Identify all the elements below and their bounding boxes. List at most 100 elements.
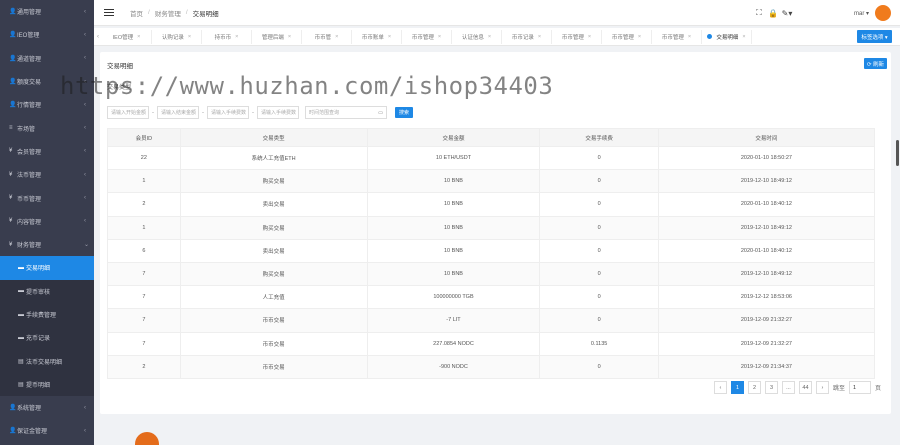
menu-icon: ▬	[18, 288, 24, 295]
sidebar-item[interactable]: 👤 通用管理 ‹	[0, 0, 94, 23]
pagination: ‹ 1 2 3... 44 › 跳至 1 页	[713, 381, 881, 394]
menu-icon: 👤	[9, 428, 17, 435]
tab-options-button[interactable]: 标签选项 ▾	[857, 30, 892, 43]
sidebar-item-label: 行情管理	[17, 103, 42, 110]
close-icon[interactable]: ×	[335, 34, 338, 40]
tab-prev-icon[interactable]: ‹	[94, 34, 102, 40]
menu-icon: ¥	[9, 241, 13, 248]
tab-1[interactable]: 认购记录 ×	[152, 29, 202, 44]
next-page-icon[interactable]: ›	[815, 381, 829, 394]
lock-icon[interactable]: 🔒	[766, 9, 780, 18]
sidebar-item[interactable]: ▤ 法币交易明细	[0, 349, 94, 373]
sidebar-item[interactable]: ▬ 交易明细	[0, 256, 94, 280]
sidebar-item[interactable]: 👤 通道管理 ‹	[0, 47, 94, 70]
sidebar-item[interactable]: 👤 IEO管理 ‹	[0, 23, 94, 46]
end-amount-input[interactable]: 请输入结束金额	[157, 106, 199, 119]
tab-5[interactable]: 币币账单 ×	[352, 29, 402, 44]
page-button[interactable]: 1	[730, 381, 744, 394]
fullscreen-icon[interactable]: ⛶	[752, 8, 766, 18]
page-button[interactable]: 3	[764, 381, 778, 394]
sidebar-item[interactable]: ¥ 财务管理 ⌄	[0, 233, 94, 256]
breadcrumb-finance[interactable]: 财务管理	[155, 8, 181, 18]
tab-4[interactable]: 币币管 ×	[302, 29, 352, 44]
chevron-icon: ⌄	[84, 242, 90, 249]
close-icon[interactable]: ×	[638, 34, 641, 40]
start-fee-input[interactable]: 请输入手续费数	[207, 106, 249, 119]
sidebar-item[interactable]: ¥ 币币管理 ‹	[0, 186, 94, 209]
tab-8[interactable]: 币币记录 ×	[502, 29, 552, 44]
close-icon[interactable]: ×	[688, 34, 691, 40]
table-cell: 购买交易	[179, 215, 368, 240]
tab-12[interactable]: 交易明细 ×	[702, 29, 752, 44]
user-menu[interactable]: mar ▾	[854, 10, 869, 17]
menu-icon: 👤	[9, 9, 17, 16]
table-cell: 0	[539, 285, 659, 310]
sidebar-item-label: 充币记录	[26, 336, 51, 343]
close-icon[interactable]: ×	[488, 34, 491, 40]
page-button[interactable]: ...	[781, 381, 795, 394]
table-cell: 10 BNB	[366, 215, 541, 240]
search-button[interactable]: 搜索	[395, 107, 413, 118]
tab-10[interactable]: 币币管理 ×	[602, 29, 652, 44]
table-row: 7 币币交易 227.0854 NODC 0.1135 2019-12-09 21:32…	[107, 331, 876, 356]
page-button[interactable]: 2	[747, 381, 761, 394]
sidebar-item-label: 系统管理	[17, 406, 42, 413]
theme-icon[interactable]: ✎▾	[780, 9, 794, 18]
tab-9[interactable]: 币币管理 ×	[552, 29, 602, 44]
close-icon[interactable]: ×	[742, 34, 745, 40]
breadcrumb-home[interactable]: 首页	[130, 8, 143, 18]
breadcrumb-current: 交易明细	[192, 10, 219, 18]
table-cell: 10 BNB	[366, 238, 541, 263]
tab-2[interactable]: 持币币 ×	[202, 29, 252, 44]
table-cell: 卖出交易	[179, 192, 368, 217]
chevron-icon: ‹	[84, 101, 86, 108]
page-button[interactable]: 44	[798, 381, 812, 394]
sidebar-item[interactable]: ¥ 法币管理 ‹	[0, 163, 94, 186]
close-icon[interactable]: ×	[538, 34, 541, 40]
menu-icon: 👤	[9, 55, 17, 62]
sidebar-item-label: 提币明细	[26, 382, 51, 389]
close-icon[interactable]: ×	[288, 34, 291, 40]
close-icon[interactable]: ×	[137, 34, 140, 40]
tab-7[interactable]: 认证信息 ×	[452, 29, 502, 44]
end-fee-input[interactable]: 请输入手续费数	[257, 106, 299, 119]
table-cell: 0	[539, 192, 659, 217]
sidebar-item[interactable]: ≡ 市场管 ‹	[0, 116, 94, 139]
prev-page-icon[interactable]: ‹	[713, 381, 727, 394]
sidebar-item[interactable]: ▬ 充币记录	[0, 326, 94, 350]
table-cell: 6	[107, 238, 181, 263]
sidebar-item[interactable]: ¥ 会员管理 ‹	[0, 140, 94, 163]
table-cell: 10 BNB	[366, 261, 541, 287]
tab-6[interactable]: 币币管理 ×	[402, 29, 452, 44]
avatar[interactable]	[875, 5, 891, 21]
close-icon[interactable]: ×	[388, 34, 391, 40]
tab-0[interactable]: IEO管理 ×	[102, 29, 152, 44]
close-icon[interactable]: ×	[188, 34, 191, 40]
menu-icon: ▤	[18, 381, 24, 388]
filter-row: 请输入开始金额 - 请输入结束金额 - 请输入手续费数 - 请输入手续费数 时间…	[107, 106, 413, 119]
tab-bar: ‹ IEO管理 × 认购记录 × 持币币 × 管理后端 × 币币管 × 币币账单 × 币币管理 × 认证信息…	[94, 28, 900, 46]
sidebar-item[interactable]: ▤ 提币明细	[0, 372, 94, 397]
tab-3[interactable]: 管理后端 ×	[252, 29, 302, 44]
close-icon[interactable]: ×	[438, 34, 441, 40]
close-icon[interactable]: ×	[235, 34, 238, 40]
sidebar-item-label: 保证金管理	[17, 429, 48, 436]
page-scrollbar[interactable]	[896, 140, 899, 166]
menu-icon: 👤	[9, 32, 17, 39]
menu-toggle-icon[interactable]	[104, 8, 114, 17]
sidebar-item[interactable]: 👤 系统管理 ‹	[0, 396, 94, 419]
sidebar-item[interactable]: 👤 保证金管理 ‹	[0, 419, 94, 442]
close-icon[interactable]: ×	[588, 34, 591, 40]
tab-label: 币币记录	[511, 34, 534, 41]
sidebar-item-label: 通道管理	[17, 56, 42, 63]
page-unit-label: 页	[874, 386, 881, 392]
tab-11[interactable]: 币币管理 ×	[652, 29, 702, 44]
sidebar-item-label: 通用管理	[17, 10, 42, 17]
sidebar-item[interactable]: ▬ 手续费管理	[0, 302, 94, 327]
date-range-input[interactable]: 时间范围查询 ▭	[305, 106, 387, 119]
sidebar-item[interactable]: ▬ 提币审核	[0, 279, 94, 303]
refresh-button[interactable]: ⟳ 刷新	[864, 58, 887, 69]
sidebar-item[interactable]: ¥ 内容管理 ‹	[0, 210, 94, 233]
start-amount-input[interactable]: 请输入开始金额	[107, 106, 149, 119]
goto-page-input[interactable]: 1	[848, 381, 871, 394]
